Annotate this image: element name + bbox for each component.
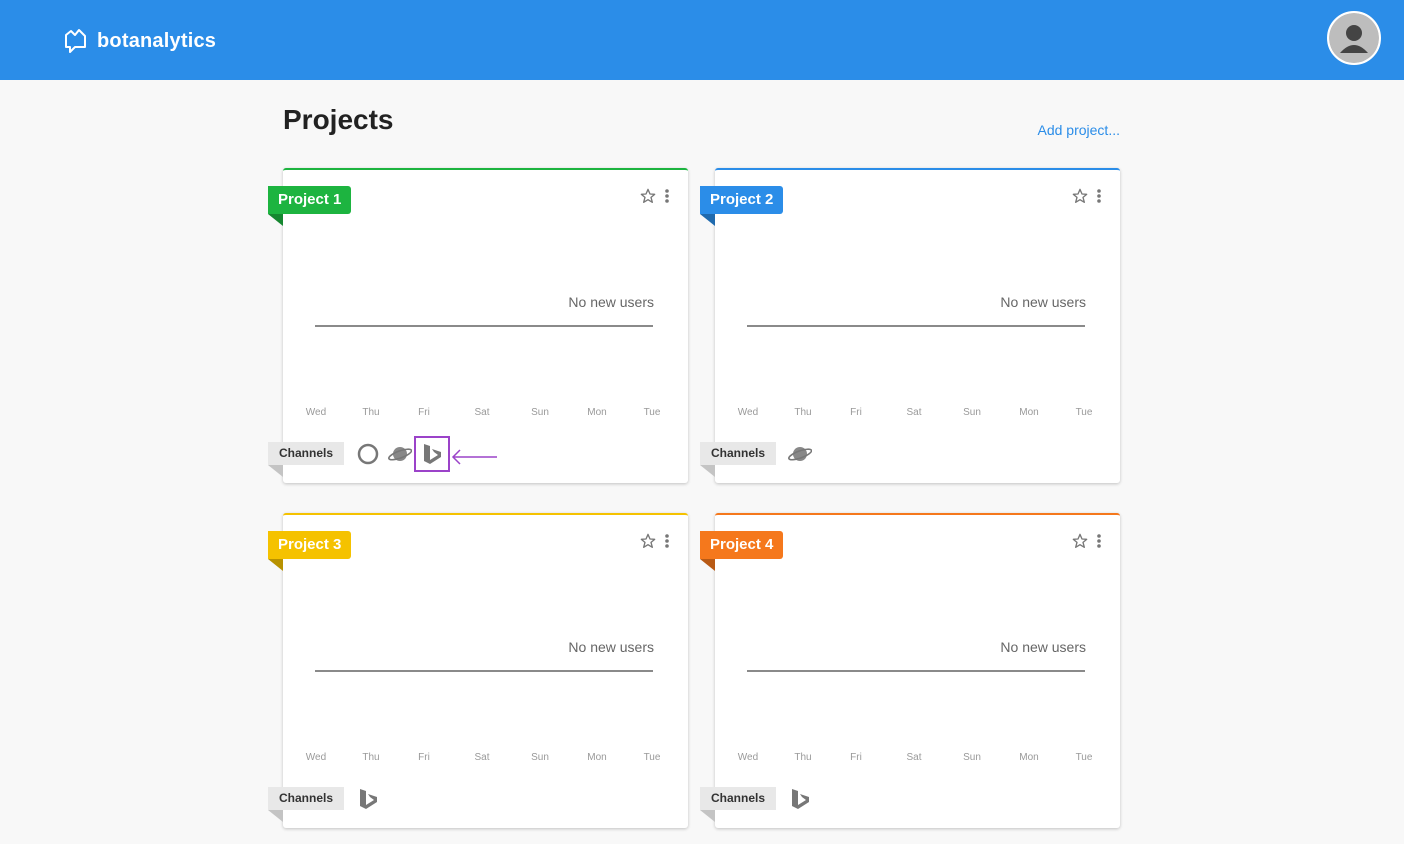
add-project-link[interactable]: Add project... bbox=[1038, 122, 1121, 138]
tag-fold bbox=[700, 214, 715, 226]
saturn-icon[interactable] bbox=[388, 442, 412, 466]
user-icon bbox=[1329, 13, 1379, 63]
day-label: Sun bbox=[963, 407, 981, 418]
tag-fold bbox=[268, 559, 283, 571]
saturn-icon[interactable] bbox=[788, 442, 812, 466]
no-new-users-text: No new users bbox=[1000, 294, 1086, 310]
project-card[interactable]: Project 2 Wed Thu Fri Sat Sun Mon Tue No new use… bbox=[700, 168, 1120, 483]
day-label: Sat bbox=[474, 407, 489, 418]
day-label: Sun bbox=[963, 752, 981, 763]
bing-icon[interactable] bbox=[414, 436, 450, 472]
bing-icon[interactable] bbox=[788, 787, 812, 811]
day-label: Fri bbox=[418, 407, 430, 418]
label-fold bbox=[268, 465, 283, 477]
day-label: Tue bbox=[644, 407, 661, 418]
pointer-arrow-icon bbox=[451, 449, 497, 465]
project-card[interactable]: Project 4 Wed Thu Fri Sat Sun Mon Tue No new use… bbox=[700, 513, 1120, 828]
day-label: Sun bbox=[531, 752, 549, 763]
channel-icons bbox=[356, 787, 380, 811]
day-label: Wed bbox=[738, 407, 758, 418]
channel-icons bbox=[356, 436, 450, 472]
bot-logo-icon bbox=[65, 29, 86, 53]
label-fold bbox=[700, 810, 715, 822]
day-label: Sun bbox=[531, 407, 549, 418]
channels-label-text: Channels bbox=[711, 446, 766, 460]
day-label: Mon bbox=[587, 407, 606, 418]
day-label: Sat bbox=[474, 752, 489, 763]
channel-icons bbox=[788, 442, 812, 466]
day-label: Sat bbox=[906, 407, 921, 418]
day-label: Thu bbox=[362, 407, 379, 418]
no-new-users-text: No new users bbox=[568, 294, 654, 310]
day-label: Fri bbox=[850, 752, 862, 763]
day-label: Mon bbox=[1019, 407, 1038, 418]
no-new-users-text: No new users bbox=[1000, 639, 1086, 655]
logo[interactable]: botanalytics bbox=[61, 27, 216, 55]
channel-icons bbox=[788, 787, 812, 811]
day-label: Fri bbox=[850, 407, 862, 418]
channels-label: Channels bbox=[700, 787, 777, 822]
channels-label-text: Channels bbox=[279, 791, 334, 805]
day-label: Fri bbox=[418, 752, 430, 763]
top-bar: botanalytics bbox=[0, 0, 1404, 80]
day-label: Sat bbox=[906, 752, 921, 763]
avatar[interactable] bbox=[1327, 11, 1381, 65]
day-label: Tue bbox=[644, 752, 661, 763]
bing-icon[interactable] bbox=[356, 787, 380, 811]
day-label: Thu bbox=[794, 407, 811, 418]
channels-label: Channels bbox=[268, 442, 345, 477]
label-fold bbox=[700, 465, 715, 477]
label-fold bbox=[268, 810, 283, 822]
day-label: Mon bbox=[1019, 752, 1038, 763]
no-new-users-text: No new users bbox=[568, 639, 654, 655]
channels-label-text: Channels bbox=[279, 446, 334, 460]
project-card[interactable]: Project 1 Wed Thu Fri Sat Sun Mon Tue No new use… bbox=[268, 168, 688, 483]
day-label: Tue bbox=[1076, 407, 1093, 418]
day-label: Wed bbox=[306, 752, 326, 763]
page-title: Projects bbox=[283, 104, 394, 135]
tag-fold bbox=[700, 559, 715, 571]
day-label: Wed bbox=[306, 407, 326, 418]
channels-label: Channels bbox=[268, 787, 345, 822]
circle-icon[interactable] bbox=[356, 442, 380, 466]
day-label: Mon bbox=[587, 752, 606, 763]
project-card[interactable]: Project 3 Wed Thu Fri Sat Sun Mon Tue No new use… bbox=[268, 513, 688, 828]
tag-fold bbox=[268, 214, 283, 226]
day-label: Thu bbox=[794, 752, 811, 763]
brand-name: botanalytics bbox=[97, 29, 217, 52]
channels-label: Channels bbox=[700, 442, 777, 477]
day-label: Wed bbox=[738, 752, 758, 763]
channels-label-text: Channels bbox=[711, 791, 766, 805]
day-label: Tue bbox=[1076, 752, 1093, 763]
day-label: Thu bbox=[362, 752, 379, 763]
